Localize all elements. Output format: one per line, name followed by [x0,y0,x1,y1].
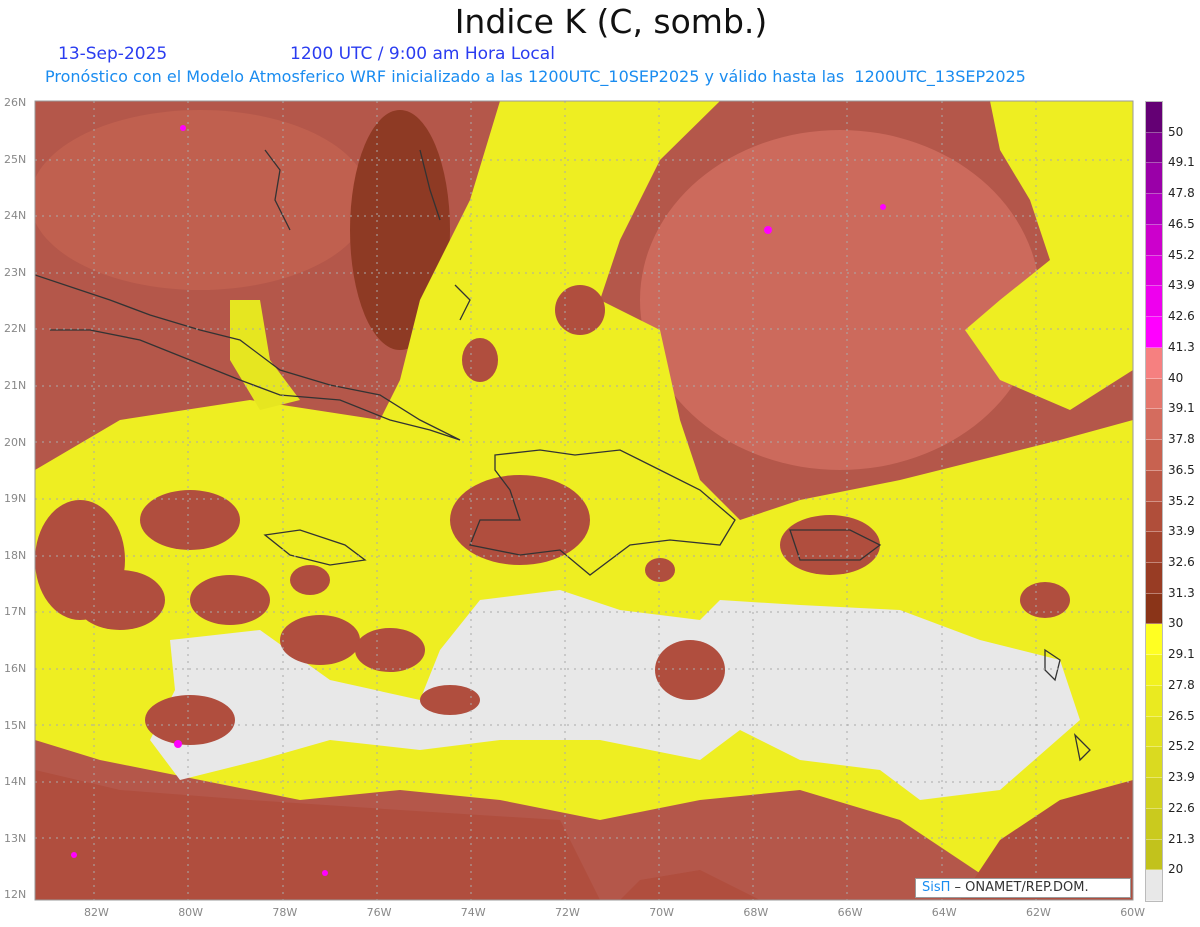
colorbar-label: 30 [1168,616,1184,631]
colorbar-label: 40 [1168,370,1184,385]
lon-label: 66W [837,906,863,919]
sispi-logo: SisΠ [922,880,951,895]
colorbar-label: 22.6 [1168,800,1195,815]
lat-label: 26N [4,96,27,109]
colorbar-swatch [1146,685,1162,717]
colorbar-label: 42.6 [1168,309,1195,324]
colorbar-swatch [1146,655,1162,686]
colorbar-swatch [1146,440,1162,471]
lat-label: 21N [4,379,27,392]
lat-label: 22N [4,322,27,336]
lat-label: 16N [4,662,27,675]
lon-label: 78W [272,906,298,919]
colorbar-swatch [1146,839,1162,871]
colorbar-swatch [1146,870,1162,902]
colorbar-swatch [1146,624,1162,656]
lon-label: 80W [178,906,204,919]
colorbar-label: 21.3 [1168,831,1195,846]
colorbar-label: 36.5 [1168,462,1195,477]
colorbar-swatch [1146,255,1162,287]
colorbar-label: 26.5 [1168,708,1195,723]
colorbar-swatch [1146,347,1162,379]
lon-label: 70W [649,906,675,919]
colorbar-swatch [1146,778,1162,809]
lat-label: 18N [4,548,27,562]
colorbar-swatch [1146,224,1162,256]
colorbar-label: 20 [1168,862,1184,877]
colorbar-swatch [1146,747,1162,779]
credit-text: – ONAMET/REP.DOM. [950,880,1089,895]
lon-label: 82W [84,906,109,919]
colorbar-label: 27.8 [1168,677,1195,692]
colorbar-swatch [1146,317,1162,348]
colorbar-label: 32.6 [1168,554,1195,569]
colorbar-swatch [1146,409,1162,441]
lat-label: 15N [4,718,27,732]
colorbar-label: 23.9 [1168,770,1195,785]
colorbar-swatch [1146,194,1162,225]
lat-label: 23N [4,265,27,279]
colorbar-swatch [1146,163,1162,195]
lat-label: 24N [4,209,27,223]
colorbar-label: 37.8 [1168,432,1195,447]
colorbar-label: 35.2 [1168,493,1195,508]
lat-label: 25N [4,152,27,166]
lon-label: 60W [1120,906,1146,919]
lat-label: 20N [4,435,27,449]
colorbar-swatch [1146,132,1162,164]
colorbar-swatch [1146,470,1162,502]
region-high-k [640,130,1040,470]
lon-label: 64W [931,906,957,919]
lat-label: 17N [4,605,27,619]
lon-label: 68W [743,906,769,919]
colorbar [1145,101,1163,902]
k-index-map [34,100,1134,901]
lat-label: 19N [4,492,27,506]
credit-box: SisΠ – ONAMET/REP.DOM. [915,878,1131,898]
colorbar-label: 39.1 [1168,401,1195,416]
colorbar-swatch [1146,716,1162,748]
colorbar-swatch [1146,563,1162,594]
colorbar-label: 43.9 [1168,278,1195,293]
colorbar-label: 46.5 [1168,216,1195,231]
colorbar-label: 47.8 [1168,186,1195,201]
colorbar-label: 25.2 [1168,739,1195,754]
lat-label: 14N [4,775,27,789]
colorbar-label: 49.1 [1168,155,1195,170]
lat-label: 13N [4,831,27,845]
colorbar-swatch [1146,378,1162,410]
colorbar-label: 45.2 [1168,247,1195,262]
colorbar-swatch [1146,286,1162,318]
lon-label: 62W [1026,906,1051,919]
lon-label: 72W [555,906,580,919]
lat-label: 12N [4,888,27,902]
colorbar-swatch [1146,532,1162,564]
colorbar-label: 50 [1168,124,1184,139]
colorbar-label: 33.9 [1168,524,1195,539]
colorbar-swatch [1146,501,1162,533]
lon-label: 74W [460,906,486,919]
colorbar-swatch [1146,593,1162,625]
region-high-k [35,110,370,290]
colorbar-label: 41.3 [1168,339,1195,354]
lon-label: 76W [366,906,392,919]
colorbar-swatch [1146,102,1162,133]
colorbar-label: 31.3 [1168,585,1195,600]
colorbar-swatch [1146,808,1162,840]
colorbar-label: 29.1 [1168,647,1195,662]
